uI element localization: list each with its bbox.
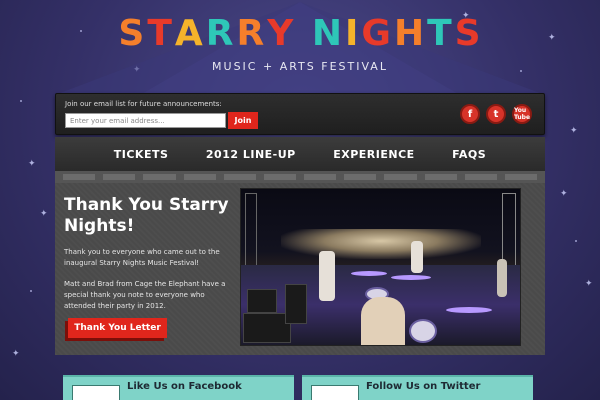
youtube-icon[interactable]: You Tube — [512, 104, 532, 124]
logo-letter: R — [205, 13, 235, 54]
thank-you-letter-button[interactable]: Thank You Letter — [68, 318, 167, 338]
drum — [409, 319, 437, 343]
page-title: Thank You Starry Nights! — [64, 195, 229, 236]
logo-letter: R — [236, 13, 266, 54]
logo-letter: I — [345, 13, 360, 54]
logo-letter: H — [393, 13, 426, 54]
logo-letter: N — [311, 13, 343, 54]
star-icon: ✦ — [570, 126, 578, 136]
twitter-panel[interactable]: Follow Us on Twitter — [302, 375, 533, 400]
twitter-thumbnail — [311, 385, 359, 400]
star-dot — [30, 290, 32, 292]
site-header: STARRY NIGHTS MUSIC + ARTS FESTIVAL — [0, 16, 600, 74]
main-content: Thank You Starry Nights! Thank you to ev… — [55, 183, 545, 355]
logo-letter: G — [361, 13, 392, 54]
star-icon: ✦ — [40, 209, 48, 219]
intro-paragraph: Thank you to everyone who came out to th… — [64, 248, 220, 267]
star-icon: ✦ — [28, 159, 36, 169]
twitter-icon[interactable]: t — [486, 104, 506, 124]
join-button[interactable]: Join — [228, 112, 258, 129]
logo-letter: T — [147, 13, 173, 54]
top-bar: Join our email list for future announcem… — [55, 93, 545, 135]
main-nav: TICKETS 2012 LINE-UP EXPERIENCE FAQS — [55, 137, 545, 171]
crowd-lights — [281, 229, 481, 259]
cymbal — [446, 307, 492, 313]
cymbal — [391, 275, 431, 280]
concert-photo[interactable] — [240, 188, 521, 346]
decorative-strip — [55, 171, 545, 183]
amp — [285, 284, 307, 324]
nav-faqs[interactable]: FAQS — [452, 148, 486, 161]
facebook-icon[interactable]: f — [460, 104, 480, 124]
facebook-thumbnail — [72, 385, 120, 400]
star-icon: ✦ — [585, 279, 593, 289]
logo-letter: S — [118, 13, 146, 54]
logo-letter: S — [454, 13, 482, 54]
logo-letter: A — [174, 13, 204, 54]
amp — [247, 289, 277, 313]
twitter-panel-title: Follow Us on Twitter — [366, 381, 481, 392]
logo-letter: Y — [267, 13, 295, 54]
performer — [411, 241, 423, 273]
email-input[interactable] — [65, 113, 226, 128]
performer — [497, 259, 507, 297]
nav-tickets[interactable]: TICKETS — [114, 148, 169, 161]
nav-lineup[interactable]: 2012 LINE-UP — [206, 148, 296, 161]
tagline: MUSIC + ARTS FESTIVAL — [212, 60, 388, 73]
facebook-panel[interactable]: Like Us on Facebook — [63, 375, 294, 400]
logo-letter — [296, 16, 310, 52]
social-panels: Like Us on Facebook Follow Us on Twitter — [55, 368, 545, 400]
performer — [319, 251, 335, 301]
intro-column: Thank You Starry Nights! Thank you to ev… — [64, 195, 234, 312]
logo-letter: T — [427, 13, 453, 54]
drummer — [361, 297, 405, 345]
thanks-paragraph: Matt and Brad from Cage the Elephant hav… — [64, 280, 226, 310]
email-signup-label: Join our email list for future announcem… — [65, 100, 222, 108]
star-icon: ✦ — [12, 349, 20, 359]
star-dot — [575, 240, 577, 242]
facebook-panel-title: Like Us on Facebook — [127, 381, 242, 392]
nav-experience[interactable]: EXPERIENCE — [333, 148, 414, 161]
social-links: f t You Tube — [460, 104, 532, 124]
star-icon: ✦ — [560, 189, 568, 199]
cymbal — [351, 271, 387, 276]
site-logo[interactable]: STARRY NIGHTS — [118, 16, 481, 52]
amp — [243, 313, 291, 343]
